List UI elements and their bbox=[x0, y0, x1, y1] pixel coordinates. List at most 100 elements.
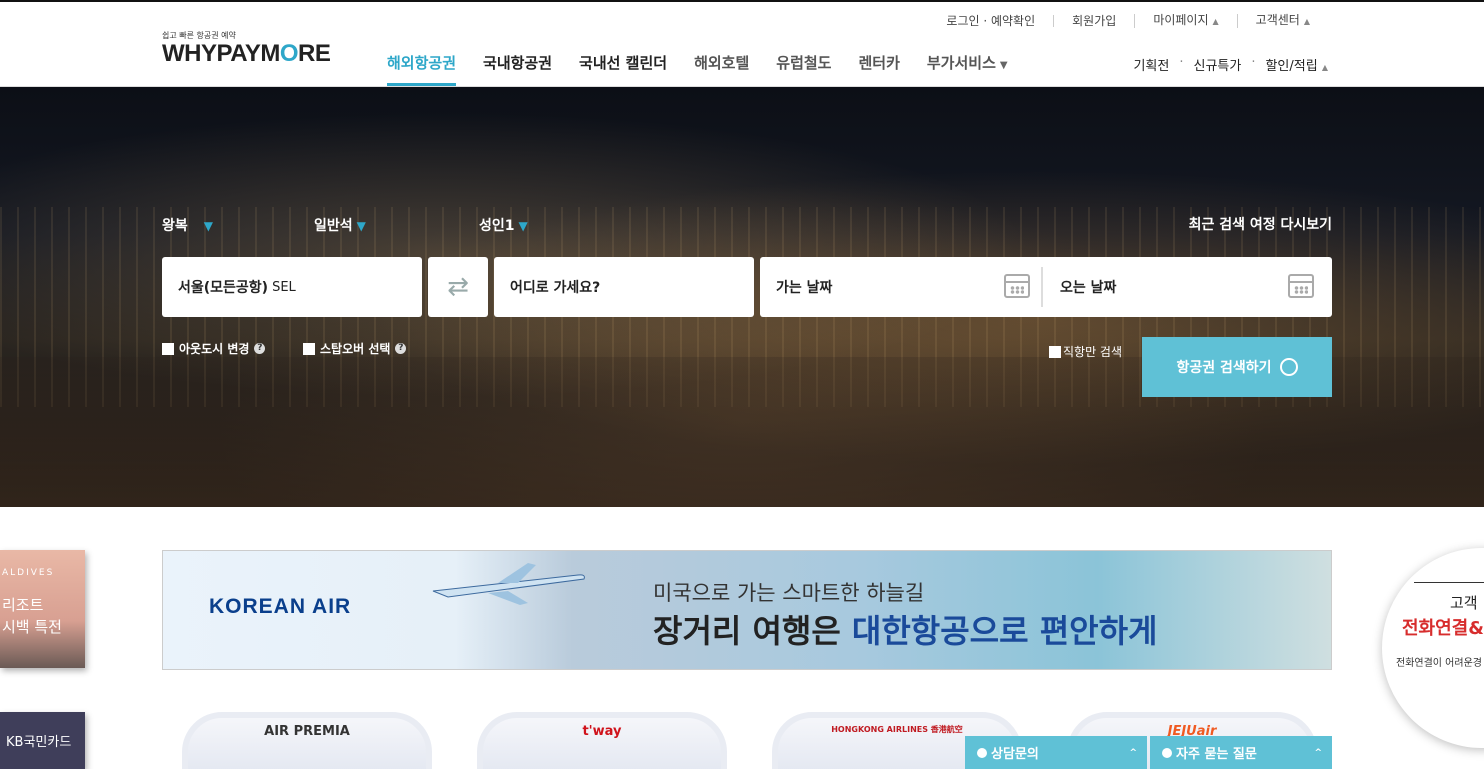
cs-phone: 전화연결& bbox=[1402, 618, 1484, 639]
chevron-up-icon: ^ bbox=[1314, 747, 1322, 758]
banner-title-a: 장거리 여행은 bbox=[653, 612, 852, 650]
direct-only-checkbox[interactable]: 직항만 검색 bbox=[1049, 343, 1122, 360]
search-button-label: 항공권 검색하기 bbox=[1176, 360, 1272, 376]
passenger-select[interactable]: 성인1 ▼ bbox=[479, 215, 528, 235]
util-support[interactable]: 고객센터 ▲ bbox=[1236, 13, 1328, 28]
origin-field[interactable]: 서울(모든공항) SEL bbox=[162, 257, 422, 317]
kb-card-banner[interactable]: KB국민카드 bbox=[0, 712, 85, 769]
checkbox-icon[interactable] bbox=[162, 342, 174, 355]
chevron-up-icon: ▲ bbox=[1303, 17, 1310, 26]
passenger-value: 성인1 bbox=[479, 218, 515, 234]
consult-tab[interactable]: 상담문의 ^ bbox=[965, 736, 1147, 769]
nav-rentacar[interactable]: 렌터카 bbox=[858, 52, 899, 86]
faq-tab[interactable]: 자주 묻는 질문 ^ bbox=[1150, 736, 1332, 769]
separator-dot: · bbox=[1179, 55, 1184, 70]
subnav-discount[interactable]: 할인/적립 ▲ bbox=[1265, 55, 1328, 74]
chevron-down-icon: ▼ bbox=[999, 60, 1008, 71]
trip-type-value: 왕복 bbox=[162, 218, 188, 234]
nav-rail[interactable]: 유럽철도 bbox=[776, 52, 831, 86]
origin-value: 서울(모든공항) bbox=[178, 280, 269, 296]
separator-dot: · bbox=[1251, 55, 1256, 70]
kb-card-label: KB국민카드 bbox=[6, 735, 72, 750]
outcity-label: 아웃도시 변경 bbox=[179, 342, 250, 356]
subnav-new-deals[interactable]: 신규특가 bbox=[1193, 55, 1241, 74]
chevron-up-icon: ▲ bbox=[1321, 63, 1328, 72]
question-icon bbox=[1162, 747, 1172, 758]
chevron-up-icon: ▲ bbox=[1212, 17, 1219, 26]
cabin-value: 일반석 bbox=[314, 218, 353, 234]
header: 쉽고 빠른 항공권 예약 WHYPAYMORE 로그인 · 예약확인 회원가입 … bbox=[0, 2, 1484, 87]
checkbox-icon[interactable] bbox=[1049, 345, 1061, 358]
nav-intl-flights[interactable]: 해외항공권 bbox=[387, 52, 457, 86]
destination-field[interactable]: 어디로 가세요? bbox=[494, 257, 754, 317]
subnav-exhibition[interactable]: 기획전 bbox=[1133, 55, 1169, 74]
airline-card-tway[interactable]: t'way bbox=[477, 712, 727, 769]
util-login[interactable]: 로그인 · 예약확인 bbox=[928, 15, 1053, 27]
destination-placeholder: 어디로 가세요? bbox=[510, 280, 601, 296]
sub-nav: 기획전 · 신규특가 · 할인/적립 ▲ bbox=[1123, 55, 1328, 74]
date-divider bbox=[1041, 267, 1043, 307]
logo-suffix: RE bbox=[298, 40, 331, 67]
recent-search-link[interactable]: 최근 검색 여정 다시보기 bbox=[1189, 214, 1332, 234]
util-signup[interactable]: 회원가입 bbox=[1053, 15, 1134, 27]
checkbox-icon[interactable] bbox=[303, 342, 315, 355]
direct-only-label: 직항만 검색 bbox=[1063, 345, 1123, 359]
calendar-icon[interactable] bbox=[1004, 274, 1030, 298]
help-icon[interactable]: ? bbox=[395, 343, 407, 354]
utility-menu: 로그인 · 예약확인 회원가입 마이페이지 ▲ 고객센터 ▲ bbox=[928, 14, 1328, 28]
chevron-down-icon: ▼ bbox=[518, 219, 528, 233]
banner-title: 장거리 여행은 대한항공으로 편안하게 bbox=[653, 606, 1157, 652]
cs-note: 전화연결이 어려운경 bbox=[1396, 658, 1482, 669]
logo-prefix: WHYPAYM bbox=[162, 40, 280, 67]
nav-extra-services[interactable]: 부가서비스 ▼ bbox=[927, 52, 1008, 86]
airline-name: AIR PREMIA bbox=[264, 724, 350, 739]
logo-o: O bbox=[279, 40, 299, 67]
main-nav: 해외항공권 국내항공권 국내선 캘린더 해외호텔 유럽철도 렌터카 부가서비스 ▼ bbox=[387, 52, 1035, 86]
nav-extra-label: 부가서비스 bbox=[926, 54, 996, 72]
question-icon bbox=[977, 747, 987, 758]
korean-air-logo: KOREAN AIR bbox=[209, 595, 352, 618]
stopover-label: 스탑오버 선택 bbox=[320, 342, 391, 356]
page: 쉽고 빠른 항공권 예약 WHYPAYMORE 로그인 · 예약확인 회원가입 … bbox=[0, 0, 1484, 769]
airline-card-airpremia[interactable]: AIR PREMIA bbox=[182, 712, 432, 769]
chevron-down-icon: ▼ bbox=[203, 219, 213, 233]
korean-air-banner[interactable]: KOREAN AIR 미국으로 가는 스마트한 하늘길 장거리 여행은 대한항공… bbox=[162, 550, 1332, 670]
depart-date-label[interactable]: 가는 날짜 bbox=[776, 277, 832, 297]
util-mypage[interactable]: 마이페이지 ▲ bbox=[1134, 14, 1236, 28]
consult-label: 상담문의 bbox=[991, 747, 1039, 762]
chevron-down-icon: ▼ bbox=[356, 219, 366, 233]
search-flights-button[interactable]: 항공권 검색하기 bbox=[1142, 337, 1332, 397]
stopover-checkbox[interactable]: 스탑오버 선택? bbox=[303, 340, 407, 357]
airline-name: t'way bbox=[582, 724, 622, 739]
airline-name: HONGKONG AIRLINES 香港航空 bbox=[831, 725, 963, 734]
faq-label: 자주 묻는 질문 bbox=[1176, 747, 1257, 762]
cabin-select[interactable]: 일반석 ▼ bbox=[314, 215, 366, 235]
promo-line-3: 시백 특전 bbox=[2, 618, 62, 636]
nav-domestic-calendar[interactable]: 국내선 캘린더 bbox=[579, 52, 667, 86]
date-field: 가는 날짜 오는 날짜 bbox=[760, 257, 1332, 317]
chevron-up-icon: ^ bbox=[1129, 747, 1137, 758]
maldives-promo-banner[interactable]: ALDIVES 리조트 시백 특전 bbox=[0, 550, 85, 668]
promo-line-2: 리조트 bbox=[2, 596, 44, 614]
nav-hotels[interactable]: 해외호텔 bbox=[694, 52, 749, 86]
trip-type-select[interactable]: 왕복 ▼ bbox=[162, 215, 213, 235]
banner-title-b: 대한항공으로 편안하게 bbox=[851, 612, 1158, 650]
search-icon bbox=[1279, 358, 1298, 376]
promo-line-1: ALDIVES bbox=[2, 568, 55, 578]
logo-text: WHYPAYMORE bbox=[162, 40, 331, 68]
hero-search: 왕복 ▼ 일반석 ▼ 성인1 ▼ 최근 검색 여정 다시보기 서울(모든공항) SEL… bbox=[0, 87, 1484, 507]
cs-divider bbox=[1414, 582, 1484, 583]
calendar-icon[interactable] bbox=[1288, 274, 1314, 298]
subnav-discount-label: 할인/적립 bbox=[1265, 59, 1318, 74]
outcity-checkbox[interactable]: 아웃도시 변경? bbox=[162, 340, 266, 357]
help-icon[interactable]: ? bbox=[254, 343, 266, 354]
util-mypage-label: 마이페이지 bbox=[1153, 13, 1209, 27]
nav-domestic-flights[interactable]: 국내항공권 bbox=[483, 52, 552, 86]
logo[interactable]: 쉽고 빠른 항공권 예약 WHYPAYMORE bbox=[162, 30, 352, 74]
util-support-label: 고객센터 bbox=[1255, 13, 1300, 27]
return-date-label[interactable]: 오는 날짜 bbox=[1060, 277, 1116, 297]
airplane-icon bbox=[432, 563, 585, 605]
customer-service-widget[interactable]: 고객 전화연결& 전화연결이 어려운경 bbox=[1382, 548, 1484, 748]
banner-subtitle: 미국으로 가는 스마트한 하늘길 bbox=[653, 581, 925, 605]
swap-icon[interactable]: ⇄ bbox=[428, 257, 488, 317]
